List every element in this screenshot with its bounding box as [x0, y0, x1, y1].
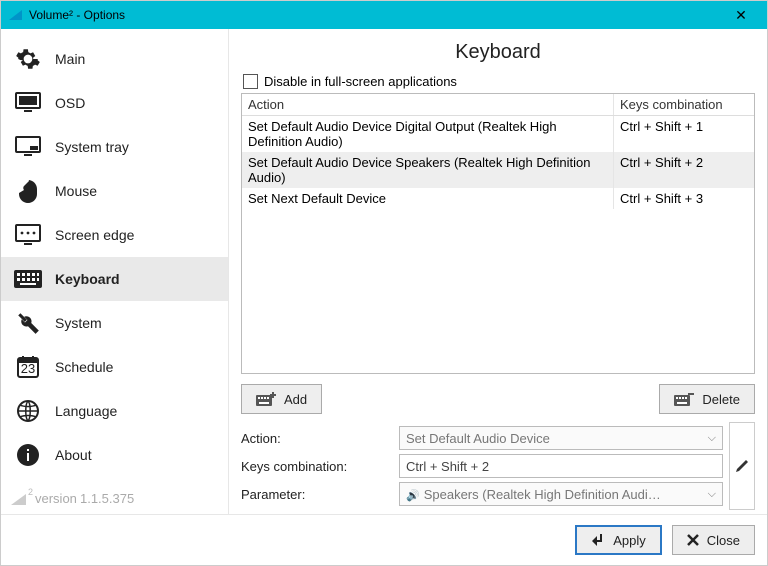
sidebar-item-about[interactable]: About [1, 433, 228, 477]
app-icon [9, 9, 23, 21]
disable-fullscreen-label: Disable in full-screen applications [264, 74, 457, 89]
apply-button[interactable]: Apply [575, 525, 662, 555]
chevron-down-icon: ⌵ [702, 432, 716, 445]
app-logo-small: 2 [11, 493, 27, 506]
calendar-icon: 23 [13, 355, 43, 379]
main-panel: Keyboard Disable in full-screen applicat… [229, 29, 767, 514]
sidebar-item-system-tray[interactable]: System tray [1, 125, 228, 169]
delete-button[interactable]: Delete [659, 384, 755, 414]
close-window-button[interactable]: ✕ [723, 7, 759, 24]
col-keys[interactable]: Keys combination [614, 94, 754, 115]
sidebar-item-mouse[interactable]: Mouse [1, 169, 228, 213]
page-title: Keyboard [241, 41, 755, 64]
sidebar-item-label: Schedule [55, 359, 113, 375]
apply-icon [591, 533, 605, 547]
sidebar-item-keyboard[interactable]: Keyboard [1, 257, 228, 301]
sidebar-item-label: System [55, 315, 102, 331]
disable-fullscreen-checkbox[interactable] [243, 74, 258, 89]
table-row[interactable]: Set Next Default Device Ctrl + Shift + 3 [242, 188, 754, 209]
sidebar-item-label: Main [55, 51, 85, 67]
sidebar-item-label: System tray [55, 139, 129, 155]
svg-text:23: 23 [21, 361, 35, 376]
sidebar-item-label: Screen edge [55, 227, 134, 243]
sidebar-item-label: Language [55, 403, 117, 419]
sidebar-item-system[interactable]: System [1, 301, 228, 345]
mouse-icon [13, 178, 43, 204]
close-button[interactable]: Close [672, 525, 755, 555]
parameter-select[interactable]: Speakers (Realtek High Definition Audi… … [399, 482, 723, 506]
col-action[interactable]: Action [242, 94, 614, 115]
sidebar-item-label: OSD [55, 95, 85, 111]
table-header: Action Keys combination [242, 94, 754, 116]
table-row[interactable]: Set Default Audio Device Speakers (Realt… [242, 152, 754, 188]
keys-input[interactable]: Ctrl + Shift + 2 [399, 454, 723, 478]
sidebar-item-schedule[interactable]: 23 Schedule [1, 345, 228, 389]
edit-button[interactable] [729, 422, 755, 510]
add-button[interactable]: Add [241, 384, 322, 414]
close-icon [687, 534, 699, 546]
keys-label: Keys combination: [241, 459, 391, 474]
sidebar-item-label: Mouse [55, 183, 97, 199]
sidebar-footer: 2 version 1.1.5.375 [1, 485, 228, 514]
sidebar-item-screen-edge[interactable]: Screen edge [1, 213, 228, 257]
table-row[interactable]: Set Default Audio Device Digital Output … [242, 116, 754, 152]
action-select[interactable]: Set Default Audio Device ⌵ [399, 426, 723, 450]
tools-icon [13, 310, 43, 336]
keyboard-delete-icon [674, 392, 694, 406]
sidebar-item-main[interactable]: Main [1, 37, 228, 81]
globe-icon [13, 399, 43, 423]
sidebar-item-label: About [55, 447, 92, 463]
title-bar: Volume² - Options ✕ [1, 1, 767, 29]
sidebar-item-language[interactable]: Language [1, 389, 228, 433]
screen-edge-icon [13, 224, 43, 246]
sidebar-item-label: Keyboard [55, 271, 120, 287]
window-title: Volume² - Options [29, 8, 723, 22]
chevron-down-icon: ⌵ [702, 488, 716, 501]
keyboard-icon [13, 270, 43, 288]
shortcuts-table[interactable]: Action Keys combination Set Default Audi… [241, 93, 755, 374]
info-icon [13, 443, 43, 467]
sidebar: Main OSD System tray Mouse Screen edge K… [1, 29, 229, 514]
sidebar-item-osd[interactable]: OSD [1, 81, 228, 125]
keyboard-add-icon [256, 392, 276, 406]
disable-fullscreen-row[interactable]: Disable in full-screen applications [241, 74, 755, 89]
action-label: Action: [241, 431, 391, 446]
monitor-icon [13, 92, 43, 114]
parameter-label: Parameter: [241, 487, 391, 502]
gear-icon [13, 46, 43, 72]
tray-icon [13, 136, 43, 158]
footer-bar: Apply Close [1, 514, 767, 565]
speaker-icon [406, 487, 424, 502]
pencil-icon [735, 459, 749, 473]
